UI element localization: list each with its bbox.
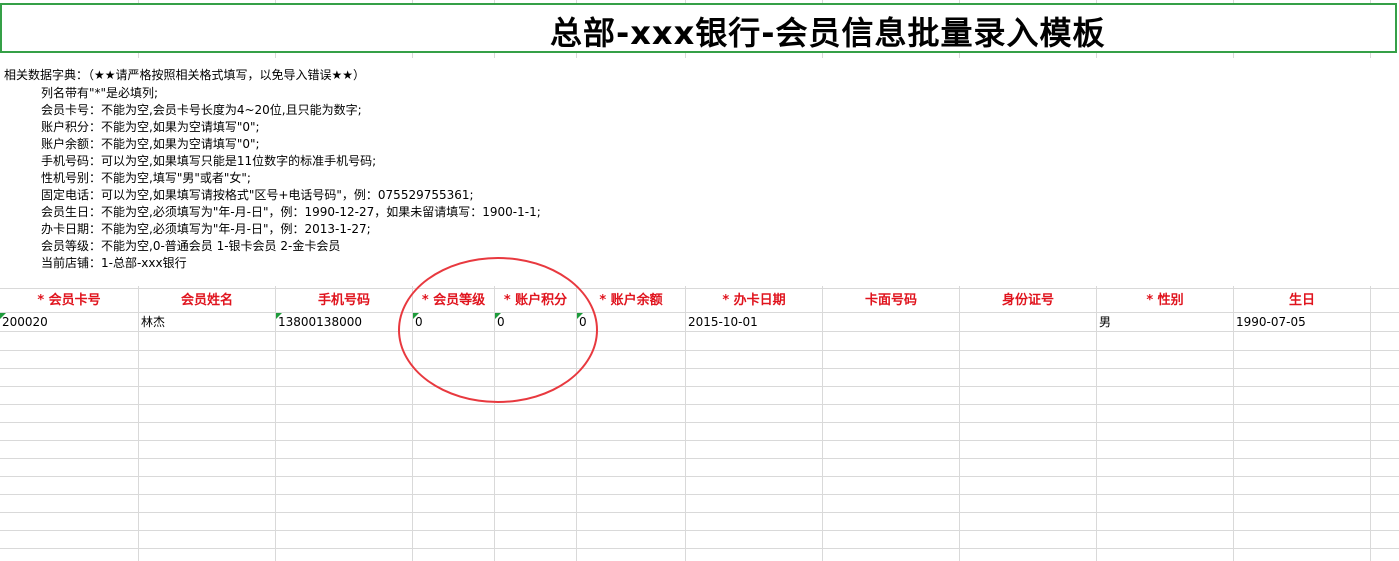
cell-value: 男 <box>1099 315 1112 329</box>
column-header-mobile[interactable]: 手机号码 <box>276 289 413 313</box>
cell-value: 13800138000 <box>278 315 362 329</box>
notes-line: 会员等级：不能为空,0-普通会员 1-银卡会员 2-金卡会员 <box>41 239 341 253</box>
column-header-id-number[interactable]: 身份证号 <box>960 289 1097 313</box>
notes-line: 会员卡号：不能为空,会员卡号长度为4~20位,且只能为数字; <box>41 103 362 117</box>
table-row: 200020 林杰 13800138000 0 0 0 2015-10-01 男… <box>0 313 1399 332</box>
cell-value: 林杰 <box>141 315 166 329</box>
notes-line: 账户余额：不能为空,如果为空请填写"0"; <box>41 137 260 151</box>
notes-line: 列名带有"*"是必填列; <box>41 86 159 100</box>
cell-issue-date[interactable]: 2015-10-01 <box>686 313 823 331</box>
data-dictionary-notes: 相关数据字典：（★★请严格按照相关格式填写，以免导入错误★★） 列名带有"*"是… <box>0 58 1399 286</box>
cell-value: 200020 <box>2 315 48 329</box>
annotation-circle <box>398 257 598 403</box>
notes-line: 账户积分：不能为空,如果为空请填写"0"; <box>41 120 260 134</box>
notes-line: 办卡日期：不能为空,必须填写为"年-月-日"，例：2013-1-27; <box>41 222 371 236</box>
text-number-marker-icon <box>276 313 282 319</box>
cell-birthday[interactable]: 1990-07-05 <box>1234 313 1371 331</box>
cell-gender[interactable]: 男 <box>1097 313 1234 331</box>
sheet-title: 总部-xxx银行-会员信息批量录入模板 <box>550 14 1106 52</box>
column-header-issue-date[interactable]: * 办卡日期 <box>686 289 823 313</box>
column-header-member-name[interactable]: 会员姓名 <box>139 289 276 313</box>
notes-line: 当前店铺：1-总部-xxx银行 <box>41 256 187 270</box>
column-header-card-number[interactable]: * 会员卡号 <box>0 289 139 313</box>
column-header-gender[interactable]: * 性别 <box>1097 289 1234 313</box>
notes-line: 固定电话：可以为空,如果填写请按格式"区号+电话号码"，例：0755297553… <box>41 188 474 202</box>
notes-line: 手机号码：可以为空,如果填写只能是11位数字的标准手机号码; <box>41 154 377 168</box>
text-number-marker-icon <box>0 313 6 319</box>
cell-id-number[interactable] <box>960 313 1097 331</box>
cell-card-number[interactable]: 200020 <box>0 313 139 331</box>
cell-member-name[interactable]: 林杰 <box>139 313 276 331</box>
column-header-card-face-no[interactable]: 卡面号码 <box>823 289 960 313</box>
table-header-row: * 会员卡号 会员姓名 手机号码 * 会员等级 * 账户积分 * 账户余额 * … <box>0 288 1399 313</box>
cell-mobile[interactable]: 13800138000 <box>276 313 413 331</box>
title-cell[interactable]: 总部-xxx银行-会员信息批量录入模板 <box>0 3 1397 53</box>
cell-value: 1990-07-05 <box>1236 315 1306 329</box>
column-header-birthday[interactable]: 生日 <box>1234 289 1371 313</box>
notes-line: 性机号别：不能为空,填写"男"或者"女"; <box>41 171 251 185</box>
notes-heading: 相关数据字典：（★★请严格按照相关格式填写，以免导入错误★★） <box>4 68 366 82</box>
cell-card-face-no[interactable] <box>823 313 960 331</box>
cell-value: 2015-10-01 <box>688 315 758 329</box>
notes-line: 会员生日：不能为空,必须填写为"年-月-日"，例：1990-12-27，如果未留… <box>41 205 541 219</box>
